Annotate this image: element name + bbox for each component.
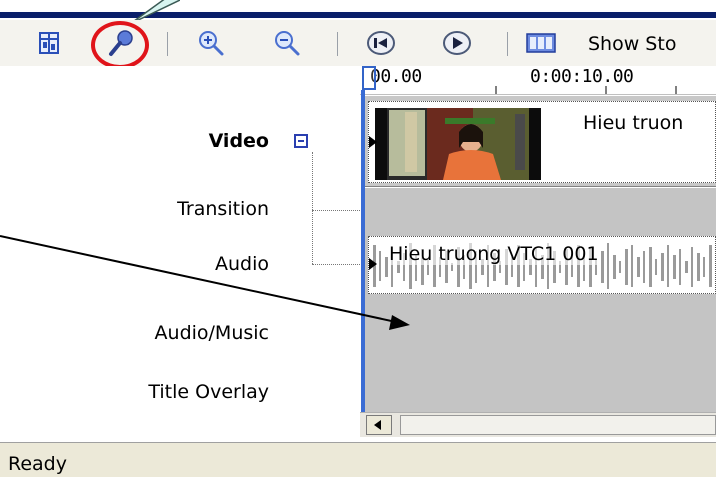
window-top-bar [0,12,716,18]
video-track-label: Video [208,130,269,152]
playhead-handle[interactable] [362,66,376,90]
zoom-out-icon [275,31,300,56]
title-overlay-track[interactable] [365,370,716,417]
audio-clip[interactable]: Hieu truong VTC1 001 [368,236,716,294]
ruler-ticks [495,86,677,94]
zoom-in-icon [199,31,224,56]
audio-track-label: Audio [214,253,269,275]
clip-start-marker [369,258,377,270]
zoom-out-button[interactable] [272,28,302,58]
scrollbar-thumb[interactable] [400,415,716,435]
video-clip-label: Hieu truon [583,112,684,134]
storyboard-icon [526,33,556,53]
video-thumbnail [375,108,541,180]
video-thumbnail-image [375,108,541,180]
tree-connector [312,210,362,211]
tree-connector [312,264,362,265]
play-button[interactable] [442,28,472,58]
playhead-line[interactable] [361,90,365,418]
show-storyboard-label[interactable]: Show Sto [588,33,676,55]
scroll-left-button[interactable] [366,415,392,435]
audio-clip-label: Hieu truong VTC1 001 [389,243,599,265]
show-storyboard-button[interactable] [526,28,582,58]
video-clip[interactable]: Hieu truon [368,101,716,183]
highlight-circle [91,21,149,69]
rewind-icon [367,31,395,55]
set-audio-levels-button[interactable] [34,28,64,58]
title-overlay-track-label: Title Overlay [148,381,269,403]
transition-track[interactable] [365,188,716,233]
status-text: Ready [8,453,67,475]
timeline-toolbar: Show Sto [0,20,716,69]
collapse-video-track-button[interactable] [294,134,308,148]
clip-start-marker [369,136,377,148]
audio-music-track[interactable] [365,296,716,371]
timeline-ruler[interactable]: 00.00 0:00:10.00 [360,66,716,95]
audio-levels-icon [39,32,59,54]
zoom-in-button[interactable] [196,28,226,58]
timeline-horizontal-scrollbar[interactable] [360,412,716,437]
toolbar-separator [337,32,338,56]
rewind-button[interactable] [366,28,396,58]
transition-track-label: Transition [177,198,269,220]
status-bar: Ready [0,442,716,477]
tree-connector [312,152,313,264]
track-labels-panel [0,66,360,430]
audio-music-track-label: Audio/Music [154,322,269,344]
play-icon [443,31,471,55]
toolbar-separator [167,32,168,56]
toolbar-separator [507,32,508,56]
